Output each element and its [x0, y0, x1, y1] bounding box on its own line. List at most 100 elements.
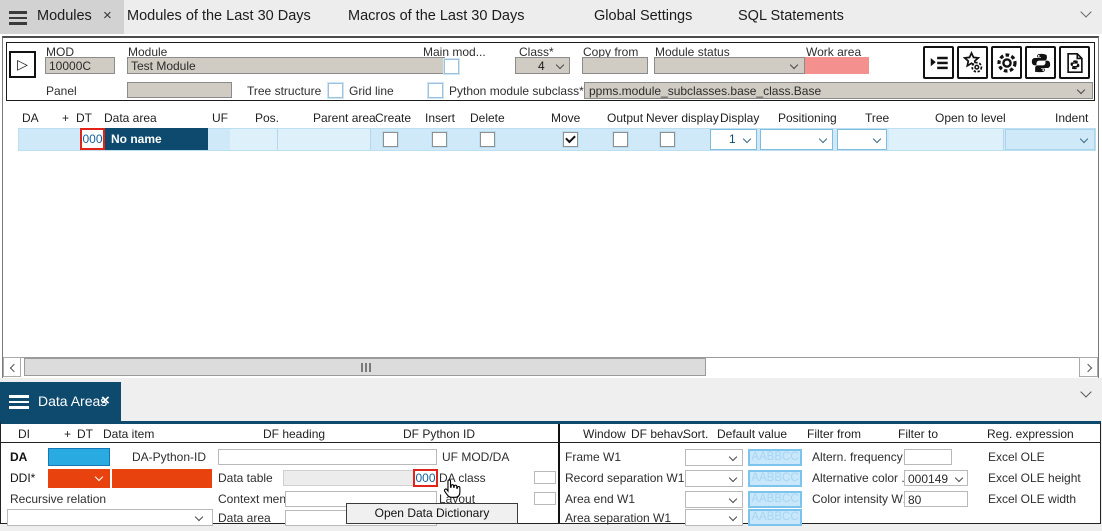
module-input[interactable]: Test Module [127, 57, 445, 74]
insert-checkbox[interactable] [432, 132, 447, 147]
excel-ole-label: Excel OLE [988, 450, 1045, 464]
chevron-down-icon [729, 474, 737, 482]
record-separation-w1-select[interactable] [685, 470, 743, 487]
da-class-input[interactable] [534, 471, 556, 484]
hamburger-icon[interactable] [9, 395, 29, 412]
da-python-id-label: DA-Python-ID [120, 450, 206, 464]
col-never-display: Never display [646, 111, 719, 125]
recursive-relation-select[interactable] [7, 509, 213, 526]
frame-w1-color[interactable]: AABBCC [748, 449, 802, 466]
col-delete: Delete [470, 111, 505, 125]
alternative-color-select[interactable]: 000149 [904, 470, 968, 486]
scroll-left-button[interactable] [3, 357, 21, 377]
header-underline [1, 442, 1100, 443]
chevron-down-icon [1077, 86, 1085, 94]
python-button[interactable] [1025, 46, 1056, 79]
da-highlight-swatch[interactable] [48, 448, 110, 466]
delete-checkbox[interactable] [480, 132, 495, 147]
data-table-input[interactable] [283, 470, 415, 486]
frame-w1-select[interactable] [685, 449, 743, 466]
hamburger-icon[interactable] [9, 11, 27, 28]
area-end-w1-label: Area end W1 [565, 492, 635, 506]
color-intensity-input[interactable]: 80 [904, 491, 968, 507]
row-pos-cell[interactable] [230, 129, 278, 150]
add-item-button[interactable]: + [64, 427, 71, 441]
move-checkbox[interactable] [563, 132, 578, 147]
copy-from-input[interactable] [582, 57, 648, 74]
settings-button[interactable] [991, 46, 1022, 79]
col-default-value: Default value [717, 427, 787, 441]
chevron-down-icon [195, 513, 203, 521]
chevron-down-icon [790, 61, 798, 69]
col-tree: Tree [865, 111, 889, 125]
recursive-relation-label: Recursive relation [10, 492, 106, 506]
da-python-id-input[interactable] [218, 449, 437, 465]
tab-data-areas[interactable]: Data Areas × [0, 382, 121, 421]
python-subclass-select[interactable]: ppms.module_subclasses.base_class.Base [584, 82, 1093, 99]
tab-macros-last-30-days[interactable]: Macros of the Last 30 Days [348, 8, 525, 24]
create-checkbox[interactable] [383, 132, 398, 147]
python-file-button[interactable] [1059, 46, 1090, 79]
col-di: DI [18, 427, 30, 441]
ddi-select[interactable] [48, 469, 110, 488]
row-parent-area-cell[interactable] [278, 129, 371, 150]
row-data-area-cell[interactable]: No name [105, 128, 208, 150]
main-mod-checkbox[interactable] [444, 59, 459, 74]
tree-select[interactable] [837, 129, 887, 150]
chevron-down-icon [729, 495, 737, 503]
tab-sql-statements[interactable]: SQL Statements [738, 8, 844, 24]
panel-input[interactable] [127, 82, 232, 98]
hand-cursor-icon [441, 477, 463, 503]
display-select[interactable]: 1 [710, 129, 757, 150]
close-icon[interactable]: × [103, 7, 112, 24]
star-gear-icon [961, 51, 985, 75]
tab-modules[interactable]: Modules × [0, 0, 124, 34]
module-wizard-button[interactable] [957, 46, 988, 79]
area-end-w1-color[interactable]: AABBCC [748, 491, 802, 508]
chevron-left-icon [10, 364, 18, 372]
tab-modules-last-30-days[interactable]: Modules of the Last 30 Days [127, 8, 311, 24]
chevron-down-icon [955, 474, 963, 482]
chevron-down-icon[interactable] [1080, 6, 1091, 17]
open-to-level-cell[interactable] [889, 129, 1004, 150]
layout-input[interactable] [534, 492, 556, 505]
excel-ole-width-label: Excel OLE width [988, 492, 1076, 506]
area-separation-w1-select[interactable] [685, 509, 743, 526]
col-dt: DT [76, 111, 92, 125]
main-mod-label: Main mod... [423, 45, 486, 59]
never-display-checkbox[interactable] [660, 132, 675, 147]
python-icon [1030, 52, 1052, 74]
close-icon[interactable]: × [101, 392, 110, 409]
run-list-button[interactable] [923, 46, 954, 79]
indent-select[interactable] [1005, 129, 1095, 150]
area-separation-w1-color[interactable]: AABBCC [748, 509, 802, 526]
module-status-select[interactable] [654, 57, 805, 74]
col-insert: Insert [425, 111, 455, 125]
python-subclass-value: ppms.module_subclasses.base_class.Base [589, 84, 821, 98]
positioning-select[interactable] [760, 129, 833, 150]
grid-line-checkbox[interactable] [328, 83, 343, 98]
mod-input[interactable]: 10000C [45, 57, 115, 74]
altern-frequency-input[interactable] [904, 449, 952, 465]
color-intensity-label: Color intensity W1 [812, 492, 909, 506]
row-dt-code[interactable]: 000 [80, 128, 105, 150]
python-subclass-checkbox[interactable] [428, 83, 443, 98]
data-table-code[interactable]: 000 [413, 469, 438, 487]
run-module-button[interactable]: ▷ [9, 51, 36, 78]
col-uf: UF [212, 111, 228, 125]
tab-global-settings[interactable]: Global Settings [594, 8, 692, 24]
output-checkbox[interactable] [613, 132, 628, 147]
scrollbar-thumb[interactable] [24, 358, 706, 376]
scroll-right-button[interactable] [1079, 357, 1098, 377]
tab-bar: Modules × Modules of the Last 30 Days Ma… [0, 0, 1102, 34]
area-end-w1-select[interactable] [685, 491, 743, 508]
work-area-field[interactable] [805, 57, 869, 74]
class-select[interactable]: 4 [515, 57, 570, 74]
col-df-heading: DF heading [263, 427, 325, 441]
panel-divider [558, 424, 560, 523]
chevron-down-icon [819, 135, 827, 143]
record-separation-w1-color[interactable]: AABBCC [748, 470, 802, 487]
ddi-highlight-swatch[interactable] [112, 469, 212, 488]
col-display: Display [720, 111, 759, 125]
add-row-button[interactable]: + [62, 111, 69, 125]
